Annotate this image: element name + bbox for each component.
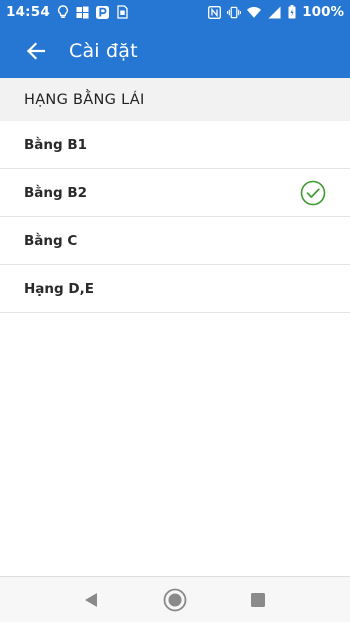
list-item-label: Hạng D,E — [24, 280, 94, 297]
list-item-c[interactable]: Bằng C — [0, 217, 350, 265]
app-bar: Cài đặt — [0, 24, 350, 78]
list-item-de[interactable]: Hạng D,E — [0, 265, 350, 313]
signal-icon — [267, 5, 281, 19]
parking-icon — [96, 5, 110, 19]
list-item-b2[interactable]: Bằng B2 — [0, 169, 350, 217]
arrow-left-icon — [26, 42, 46, 60]
back-button[interactable] — [24, 39, 48, 63]
list-item-label: Bằng C — [24, 232, 78, 249]
status-right-icons: 100% — [207, 4, 344, 20]
lightbulb-icon — [56, 5, 70, 19]
battery-percentage: 100% — [302, 4, 344, 20]
list-item-label: Bằng B1 — [24, 136, 88, 153]
sim-icon — [116, 5, 130, 19]
license-class-list: Bằng B1 Bằng B2 Bằng C Hạng D,E — [0, 121, 350, 313]
page-title: Cài đặt — [69, 40, 138, 62]
wifi-icon — [247, 5, 262, 19]
status-left-icons — [56, 5, 130, 19]
checkmark-circle-icon — [300, 180, 326, 206]
battery-icon — [287, 5, 296, 19]
list-item-b1[interactable]: Bằng B1 — [0, 121, 350, 169]
windows-icon — [76, 5, 90, 19]
nfc-icon — [207, 5, 221, 19]
list-item-label: Bằng B2 — [24, 184, 88, 201]
nav-recents-button[interactable] — [245, 587, 271, 613]
vibrate-icon — [227, 5, 242, 19]
recents-square-icon — [251, 593, 265, 607]
status-time: 14:54 — [6, 4, 50, 20]
nav-home-button[interactable] — [162, 587, 188, 613]
nav-back-button[interactable] — [78, 587, 104, 613]
back-triangle-icon — [85, 593, 97, 607]
navigation-bar — [0, 576, 350, 622]
status-bar: 14:54 100% — [0, 0, 350, 24]
section-header: HẠNG BẰNG LÁI — [0, 78, 350, 121]
home-circle-icon — [163, 588, 187, 612]
